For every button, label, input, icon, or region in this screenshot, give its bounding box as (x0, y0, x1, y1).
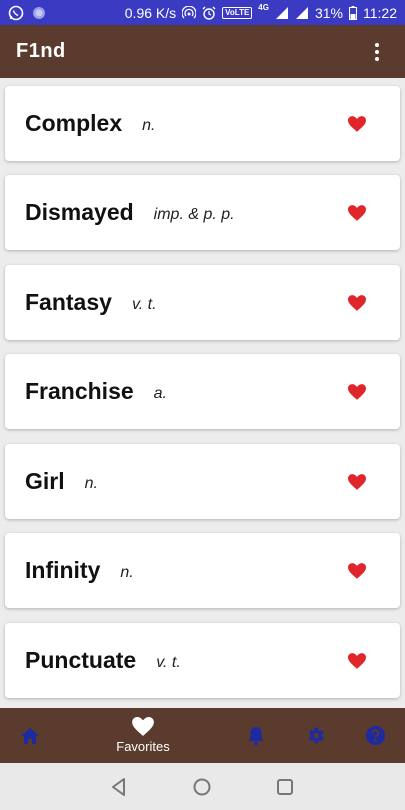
word-title: Fantasy (25, 289, 112, 315)
status-left (8, 5, 46, 21)
status-bar: 0.96 K/s VoLTE 4G 31% 11:22 (0, 0, 405, 25)
more-vert-icon[interactable] (365, 40, 389, 64)
app-title: F1nd (16, 40, 66, 62)
part-of-speech: n. (120, 563, 134, 581)
part-of-speech: v. t. (131, 295, 157, 313)
whatsapp-icon (8, 5, 24, 20)
nav-help[interactable] (362, 708, 388, 763)
clock: 11:22 (363, 4, 397, 21)
nav-favorites[interactable]: Favorites (103, 708, 183, 763)
part-of-speech: v. t. (156, 653, 181, 671)
list-item[interactable]: Infinity n. (5, 533, 400, 608)
word-title: Franchise (25, 378, 134, 404)
home-icon (21, 727, 39, 744)
recents-icon[interactable] (274, 776, 296, 798)
bottom-nav: Favorites (0, 708, 405, 763)
word-title: Dismayed (25, 199, 134, 225)
heart-icon[interactable] (348, 294, 366, 311)
help-icon (365, 725, 385, 746)
network-type: 4G (258, 3, 269, 12)
back-icon[interactable] (108, 776, 130, 798)
alarm-icon (202, 6, 216, 20)
part-of-speech: imp. & p. p. (153, 205, 235, 223)
word-title: Complex (25, 110, 123, 136)
home-circle-icon[interactable] (191, 776, 213, 798)
list-item[interactable]: Girl n. (5, 444, 400, 519)
heart-icon[interactable] (348, 115, 366, 132)
system-nav-bar (0, 763, 405, 810)
app-bar: F1nd (0, 25, 405, 78)
signal-icon (275, 6, 288, 19)
list-item[interactable]: Dismayed imp. & p. p. (5, 175, 400, 250)
heart-icon[interactable] (348, 473, 366, 490)
app-circle-icon (33, 6, 45, 19)
heart-icon[interactable] (348, 652, 366, 669)
list-item[interactable]: Franchise a. (5, 354, 400, 429)
settings-gear-icon (308, 727, 324, 744)
part-of-speech: n. (84, 474, 98, 492)
heart-icon[interactable] (348, 562, 366, 579)
battery-percent: 31% (314, 4, 343, 21)
battery-icon (349, 5, 357, 20)
volte-badge: VoLTE (222, 6, 253, 19)
word-title: Infinity (25, 557, 101, 583)
status-right: 0.96 K/s VoLTE 4G 31% 11:22 (124, 3, 397, 21)
nav-favorites-label: Favorites (116, 739, 170, 754)
favorites-heart-icon (132, 717, 154, 736)
heart-icon[interactable] (348, 383, 366, 400)
word-title: Punctuate (25, 647, 137, 673)
nav-notifications[interactable] (243, 708, 269, 763)
list-item[interactable]: Fantasy v. t. (5, 265, 400, 340)
list-item[interactable]: Punctuate v. t. (5, 623, 400, 698)
nav-settings[interactable] (302, 708, 328, 763)
hotspot-icon (182, 5, 197, 18)
nav-home[interactable] (15, 708, 45, 763)
net-speed: 0.96 K/s (124, 4, 177, 21)
signal-2-icon (295, 6, 308, 19)
word-title: Girl (25, 468, 65, 494)
notifications-bell-icon (248, 726, 264, 745)
list-item[interactable]: Complex n. (5, 86, 400, 161)
favorites-word-list[interactable]: Complex n. Dismayed imp. & p. p. Fantasy… (0, 78, 405, 708)
heart-icon[interactable] (348, 204, 366, 221)
part-of-speech: a. (153, 384, 167, 402)
part-of-speech: n. (142, 116, 156, 134)
